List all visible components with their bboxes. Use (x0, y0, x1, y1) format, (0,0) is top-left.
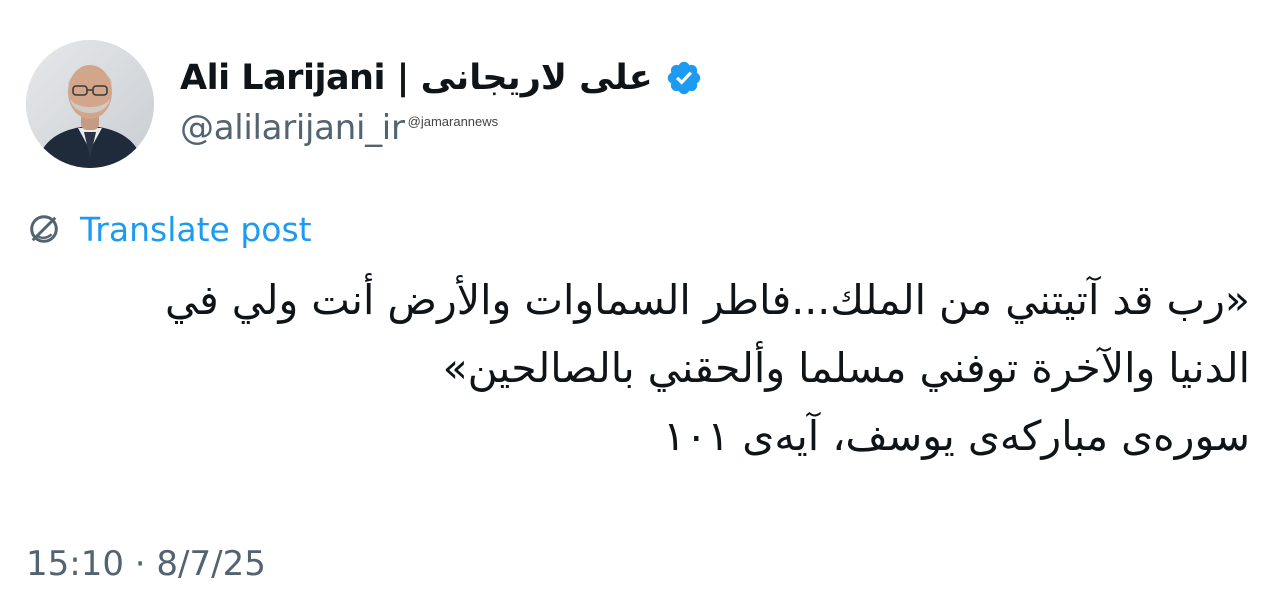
avatar[interactable] (26, 40, 154, 168)
translate-post-link[interactable]: Translate post (80, 210, 312, 249)
post-text-line: «رب قد آتيتني من الملك...فاطر السماوات و… (165, 276, 1250, 324)
translate-post-row[interactable]: Translate post (26, 206, 312, 252)
profile-photo (26, 40, 154, 168)
post-text: «رب قد آتيتني من الملك...فاطر السماوات و… (30, 266, 1250, 470)
source-watermark: @jamarannews (407, 114, 499, 129)
translate-globe-icon (30, 215, 58, 243)
author-name-row[interactable]: Ali Larijani | علی لاریجانی (180, 52, 703, 104)
post-text-line: سوره‌ی مبارکه‌ی یوسف، آیه‌ی ۱۰۱ (663, 412, 1250, 460)
author-handle-row: @alilarijani_ir @jamarannews (180, 108, 498, 158)
verified-badge-icon (667, 61, 700, 95)
author-display-name[interactable]: Ali Larijani | علی لاریجانی (180, 58, 653, 98)
author-handle[interactable]: @alilarijani_ir (180, 108, 405, 148)
post-timestamp[interactable]: 15:10 · 8/7/25 (26, 544, 266, 584)
post-text-line: الدنيا والآخرة توفني مسلما وألحقني بالصا… (442, 344, 1250, 392)
